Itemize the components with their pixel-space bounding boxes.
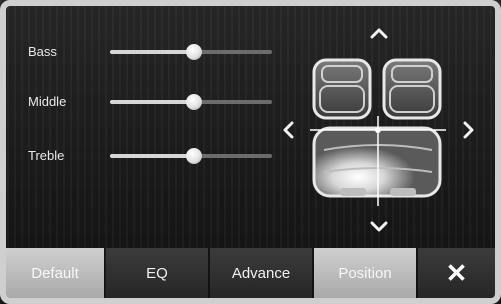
arrow-right-icon[interactable] <box>462 120 476 144</box>
middle-slider[interactable] <box>110 94 272 110</box>
arrow-down-icon[interactable] <box>369 216 389 238</box>
car-seat-map-icon <box>310 58 446 206</box>
bass-slider[interactable] <box>110 44 272 60</box>
arrow-up-icon[interactable] <box>369 22 389 44</box>
middle-slider-fill <box>110 100 195 104</box>
tab-position[interactable]: Position <box>314 248 416 298</box>
close-button[interactable]: ✕ <box>418 248 495 298</box>
treble-slider-fill <box>110 154 195 158</box>
chevron-right-icon <box>463 121 474 139</box>
arrow-left-icon[interactable] <box>281 120 295 144</box>
close-icon: ✕ <box>445 257 468 288</box>
middle-slider-row: Middle <box>28 92 288 112</box>
chevron-down-icon <box>370 221 388 232</box>
bass-slider-fill <box>110 50 195 54</box>
treble-label: Treble <box>28 148 65 163</box>
tab-eq[interactable]: EQ <box>106 248 208 298</box>
audio-settings-screen: Bass Middle Treble Default EQ Advance Po… <box>0 0 501 304</box>
treble-slider-row: Treble <box>28 146 288 166</box>
chevron-up-icon <box>370 28 388 39</box>
tab-default[interactable]: Default <box>6 248 104 298</box>
tab-advance[interactable]: Advance <box>210 248 312 298</box>
bass-label: Bass <box>28 44 57 59</box>
treble-slider-thumb[interactable] <box>186 148 203 164</box>
seat-position-map[interactable] <box>310 56 446 206</box>
bottom-tab-bar: Default EQ Advance Position ✕ <box>6 248 495 298</box>
bass-slider-thumb[interactable] <box>186 44 203 60</box>
middle-label: Middle <box>28 94 67 109</box>
treble-slider[interactable] <box>110 148 272 164</box>
bass-slider-row: Bass <box>28 42 288 62</box>
middle-slider-thumb[interactable] <box>186 94 203 110</box>
chevron-left-icon <box>283 121 294 139</box>
